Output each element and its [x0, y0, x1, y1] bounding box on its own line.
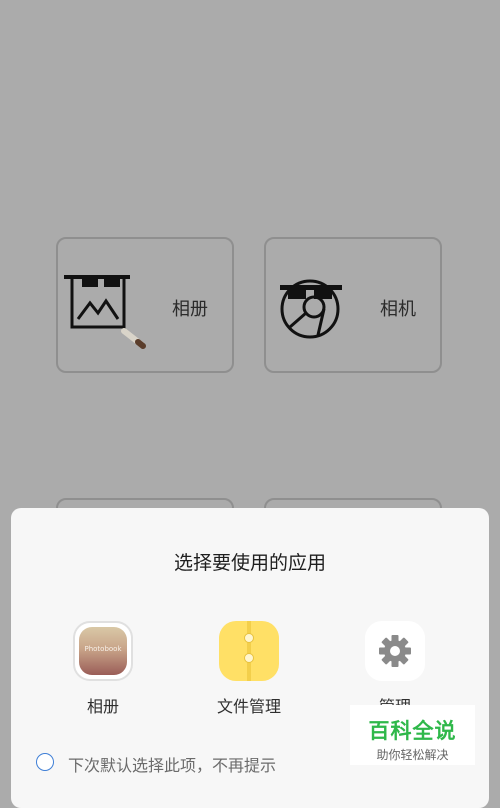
- app-option-gallery-label: 相册: [86, 697, 119, 716]
- tile-camera-label: 相机: [380, 299, 416, 320]
- tile-gallery-label: 相册: [172, 299, 208, 320]
- app-option-manager[interactable]: 管理: [345, 621, 445, 717]
- watermark-badge: 百科全说 助你轻松解决: [350, 705, 475, 765]
- photobook-icon-text: Photobook: [84, 645, 122, 653]
- watermark-title: 百科全说: [368, 719, 457, 743]
- remember-choice-label[interactable]: 下次默认选择此项，不再提示: [68, 752, 276, 776]
- remember-choice-radio[interactable]: [36, 753, 54, 771]
- tile-gallery[interactable]: 相册: [56, 237, 234, 373]
- app-option-file-manager[interactable]: 文件管理: [199, 621, 299, 717]
- app-option-gallery[interactable]: Photobook 相册: [53, 621, 153, 717]
- app-option-file-manager-label: 文件管理: [216, 697, 281, 716]
- chooser-title: 选择要使用的应用: [173, 552, 326, 574]
- gear-icon: [379, 635, 411, 667]
- watermark-subtitle: 助你轻松解决: [376, 748, 449, 762]
- file-manager-app-icon: [219, 621, 279, 681]
- tile-camera[interactable]: 相机: [264, 237, 442, 373]
- photobook-app-icon: Photobook: [73, 621, 133, 681]
- chrome-sunglasses-icon: [280, 279, 342, 339]
- gallery-sunglasses-icon: [64, 275, 146, 349]
- gear-app-icon: [365, 621, 425, 681]
